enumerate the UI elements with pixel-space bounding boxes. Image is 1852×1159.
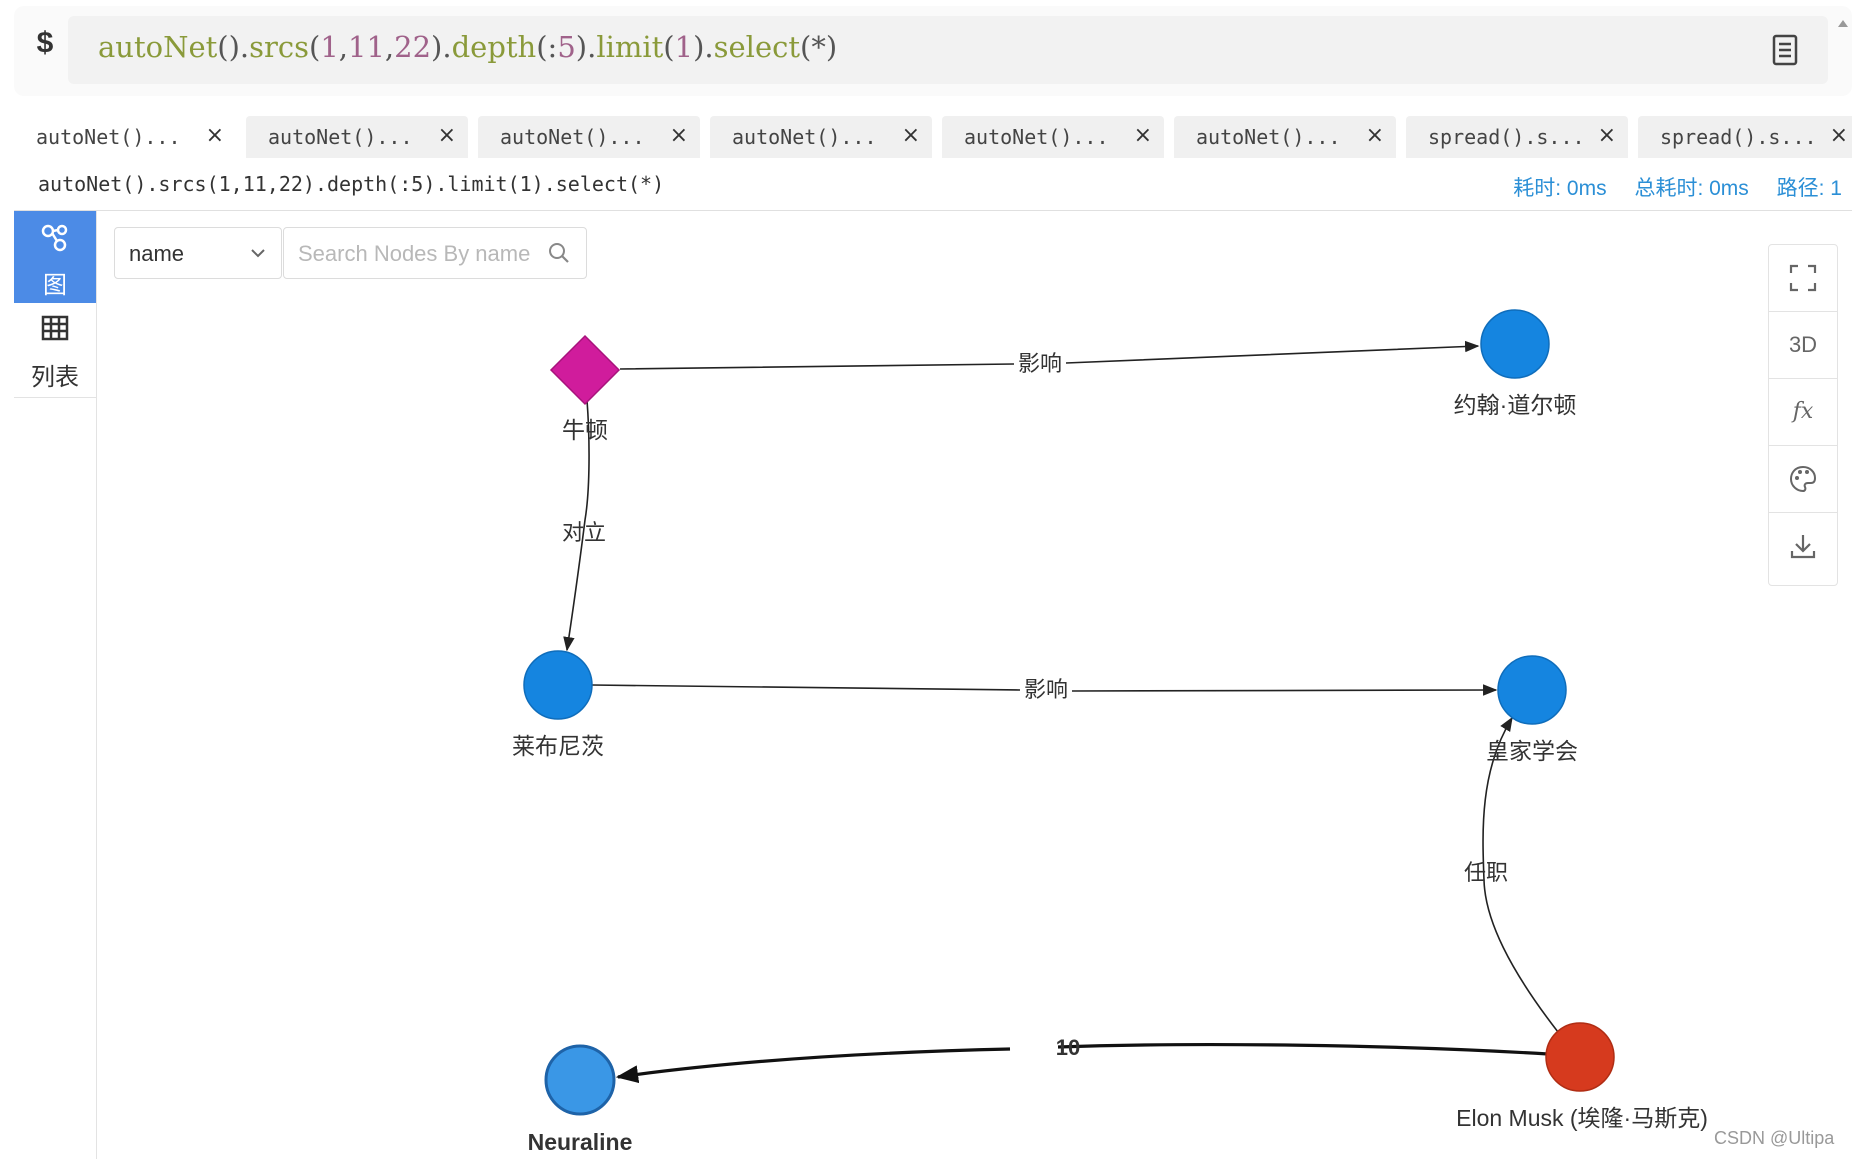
graph-edge[interactable] [618,1043,1549,1077]
node-label: 约翰·道尔顿 [1454,392,1577,418]
edge-label: 任职 [1464,860,1508,885]
edge-label: 影响 [1024,677,1068,702]
edge-label: 影响 [1018,351,1062,376]
graph-node[interactable]: 莱布尼茨 [512,650,604,759]
node-label: 皇家学会 [1486,738,1578,764]
node-label: 牛顿 [562,417,608,443]
node-label: Elon Musk (埃隆·马斯克) [1456,1105,1708,1131]
edge-label: 对立 [562,520,606,545]
node-label: Neuraline [528,1129,633,1155]
graph-node[interactable]: 皇家学会 [1486,655,1578,764]
edge-label: 10 [1056,1035,1080,1060]
graph-canvas[interactable]: 影响 对立 影响 任职 10 牛顿 约翰·道尔顿 莱布尼茨 皇家学会 Elon … [0,0,1852,1159]
node-label: 莱布尼茨 [512,733,604,759]
graph-node[interactable]: 约翰·道尔顿 [1454,309,1577,418]
graph-node[interactable]: 牛顿 [549,334,621,443]
watermark: CSDN @Ultipa [1714,1128,1835,1148]
graph-node[interactable]: Neuraline [528,1044,633,1155]
graph-node[interactable]: Elon Musk (埃隆·马斯克) [1456,1022,1708,1131]
